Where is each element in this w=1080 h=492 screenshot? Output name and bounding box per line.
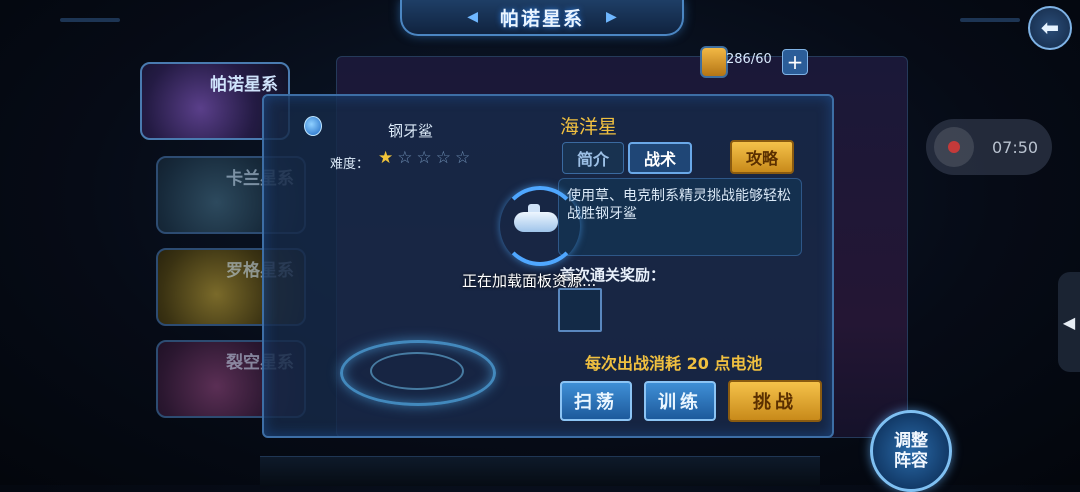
- submarine-icon: [514, 212, 558, 232]
- boss-platform-ring: [370, 352, 464, 390]
- adjust-formation-button[interactable]: 调整阵容: [870, 410, 952, 492]
- battery-icon: [700, 46, 728, 78]
- star-filled-icon: ★: [378, 148, 394, 168]
- formation-label: 调整阵容: [894, 431, 928, 471]
- title-banner: ◀ 帕诺星系 ▶: [400, 0, 684, 36]
- page-title: 帕诺星系: [499, 7, 584, 30]
- guide-button[interactable]: 攻略: [730, 140, 794, 174]
- loading-text: 正在加载面板资源...: [462, 272, 597, 290]
- star-empty-icon: ☆: [416, 148, 432, 168]
- sweep-button[interactable]: 扫荡: [560, 381, 632, 421]
- screen-record-widget[interactable]: 07:50: [926, 119, 1052, 175]
- back-button[interactable]: ⬅: [1028, 6, 1072, 50]
- right-arrow-icon: ▶: [606, 9, 617, 25]
- star-empty-icon: ☆: [397, 148, 413, 168]
- water-element-icon: [304, 116, 322, 136]
- train-button[interactable]: 训练: [644, 381, 716, 421]
- record-button[interactable]: [934, 127, 974, 167]
- tab-intro[interactable]: 简介: [562, 142, 624, 174]
- reward-slot[interactable]: [558, 288, 602, 332]
- challenge-button[interactable]: 挑战: [728, 380, 822, 422]
- left-arrow-icon: ◀: [467, 9, 478, 25]
- top-right-deco: [960, 18, 1020, 22]
- top-left-deco: [60, 18, 120, 22]
- tab-tactic[interactable]: 战术: [628, 142, 692, 174]
- star-empty-icon: ☆: [435, 148, 451, 168]
- battery-cost-text: 每次出战消耗 20 点电池: [585, 354, 763, 373]
- galaxy-label: 帕诺星系: [210, 75, 278, 95]
- add-battery-button[interactable]: +: [782, 49, 808, 75]
- bottom-deco-bar: [260, 456, 820, 486]
- star-empty-icon: ☆: [455, 148, 471, 168]
- side-panel-toggle[interactable]: ◀: [1058, 272, 1080, 372]
- difficulty-label: 难度：: [330, 157, 370, 172]
- tactic-description: 使用草、电克制系精灵挑战能够轻松战胜钢牙鲨: [558, 178, 802, 256]
- record-timer: 07:50: [992, 137, 1039, 157]
- back-arrow-icon: ⬅: [1040, 15, 1060, 41]
- plus-icon: +: [786, 50, 804, 74]
- record-icon: [948, 141, 960, 153]
- planet-name: 海洋星: [560, 116, 618, 138]
- chevron-left-icon: ◀: [1062, 312, 1076, 332]
- boss-name: 钢牙鲨: [388, 122, 434, 140]
- difficulty-stars: ★ ☆ ☆ ☆ ☆: [378, 150, 470, 167]
- battery-count: 286/60: [726, 52, 772, 67]
